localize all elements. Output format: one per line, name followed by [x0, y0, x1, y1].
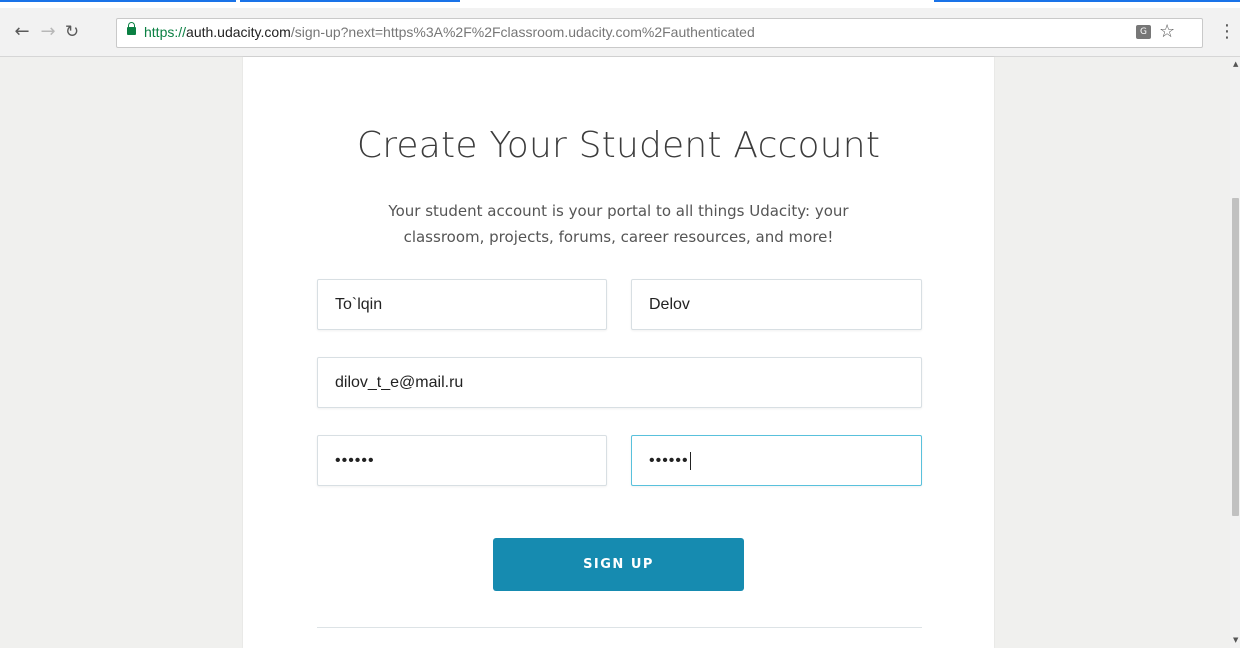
subtitle-line: classroom, projects, forums, career reso…	[403, 228, 834, 246]
translate-icon[interactable]: G	[1136, 25, 1151, 39]
last-name-field[interactable]: Delov	[631, 279, 922, 330]
lock-icon	[127, 22, 136, 35]
url-host: auth.udacity.com	[186, 24, 291, 40]
scroll-down-icon[interactable]: ▼	[1233, 636, 1238, 644]
password-field[interactable]: ••••••	[317, 435, 607, 486]
confirm-password-value: ••••••	[649, 452, 689, 469]
page-subtitle: Your student account is your portal to a…	[343, 198, 894, 250]
forward-arrow-icon[interactable]: →	[38, 22, 58, 42]
url-text[interactable]: https://auth.udacity.com/sign-up?next=ht…	[144, 24, 755, 40]
browser-toolbar: ← → ↻ https://auth.udacity.com/sign-up?n…	[0, 8, 1240, 57]
scroll-up-icon[interactable]: ▲	[1233, 60, 1238, 68]
scrollbar-thumb[interactable]	[1232, 198, 1239, 516]
url-scheme: https://	[144, 24, 187, 40]
address-bar[interactable]: https://auth.udacity.com/sign-up?next=ht…	[116, 18, 1203, 48]
divider	[317, 627, 922, 628]
first-name-field[interactable]: To`lqin	[317, 279, 607, 330]
divider	[934, 0, 1240, 2]
signup-card: Create Your Student Account Your student…	[243, 57, 994, 648]
back-arrow-icon[interactable]: ←	[12, 22, 32, 42]
email-field[interactable]: dilov_t_e@mail.ru	[317, 357, 922, 408]
page-title: Create Your Student Account	[356, 125, 881, 166]
subtitle-line: Your student account is your portal to a…	[388, 202, 849, 220]
reload-icon[interactable]: ↻	[62, 22, 82, 42]
divider	[240, 0, 460, 2]
star-icon[interactable]: ☆	[1159, 21, 1175, 42]
url-path: /sign-up?next=https%3A%2F%2Fclassroom.ud…	[290, 24, 755, 40]
sign-up-button[interactable]: SIGN UP	[493, 538, 744, 591]
menu-icon[interactable]: ⋮	[1218, 22, 1236, 42]
text-caret	[689, 451, 691, 470]
divider	[0, 0, 236, 2]
confirm-password-field[interactable]: ••••••	[631, 435, 922, 486]
document-top-strip	[0, 0, 1240, 8]
